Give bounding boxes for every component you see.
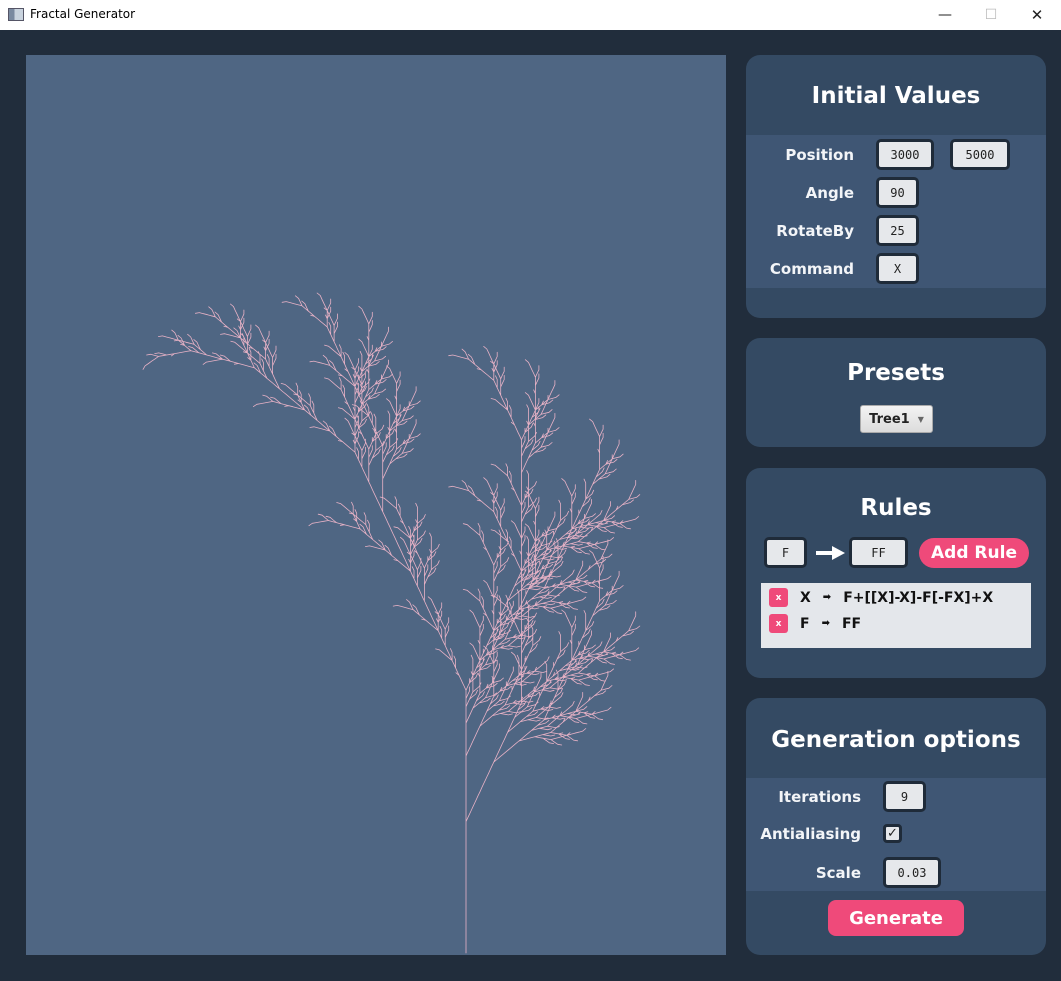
- fractal-render: [142, 292, 641, 954]
- window-title: Fractal Generator: [30, 7, 136, 21]
- position-x-input[interactable]: 3000: [876, 139, 934, 170]
- rules-panel: Rules F FF Add Rule x X ➡ F+[[X]-X]-F[-F…: [746, 468, 1046, 678]
- app-body: Initial Values Position 3000 5000 Angle …: [0, 30, 1061, 981]
- rule-item: x F ➡ FF: [769, 614, 861, 633]
- rotate-by-label: RotateBy: [776, 221, 854, 240]
- rule-to: F+[[X]-X]-F[-FX]+X: [843, 589, 994, 606]
- command-label: Command: [769, 259, 854, 278]
- remove-rule-button[interactable]: x: [769, 588, 788, 607]
- minimize-button[interactable]: —: [922, 0, 968, 30]
- preset-dropdown[interactable]: Tree1 ▼: [860, 405, 933, 433]
- window-titlebar: Fractal Generator — ☐ ✕: [0, 0, 1061, 30]
- iterations-input[interactable]: 9: [883, 781, 926, 812]
- fractal-canvas: [26, 55, 726, 955]
- scale-input[interactable]: 0.03: [883, 857, 941, 888]
- chevron-down-icon: ▼: [917, 414, 924, 424]
- rule-from: F: [800, 615, 810, 632]
- arrow-right-icon: [816, 546, 845, 560]
- rule-to: FF: [841, 615, 862, 632]
- antialiasing-label: Antialiasing: [760, 824, 861, 843]
- arrow-right-icon: ➡: [821, 618, 830, 629]
- angle-label: Angle: [805, 183, 854, 202]
- iterations-label: Iterations: [778, 787, 861, 806]
- generate-button[interactable]: Generate: [828, 900, 964, 936]
- preset-selected-value: Tree1: [869, 411, 910, 427]
- maximize-button[interactable]: ☐: [968, 0, 1014, 30]
- arrow-right-icon: ➡: [822, 592, 832, 603]
- rule-from: X: [800, 589, 811, 606]
- rules-list: x X ➡ F+[[X]-X]-F[-FX]+X x F ➡ FF: [761, 583, 1031, 648]
- rules-title: Rules: [860, 495, 932, 521]
- angle-input[interactable]: 90: [876, 177, 919, 208]
- add-rule-button[interactable]: Add Rule: [919, 538, 1029, 568]
- rule-to-input[interactable]: FF: [849, 537, 908, 568]
- scale-label: Scale: [815, 863, 861, 882]
- presets-title: Presets: [847, 360, 945, 386]
- rule-from-input[interactable]: F: [764, 537, 807, 568]
- checkmark-icon: ✓: [887, 826, 898, 841]
- fractal-tree: [142, 292, 641, 954]
- antialiasing-checkbox[interactable]: ✓: [883, 824, 902, 843]
- command-input[interactable]: X: [876, 253, 919, 284]
- initial-values-title: Initial Values: [811, 83, 981, 109]
- remove-rule-button[interactable]: x: [769, 614, 788, 633]
- rotate-by-input[interactable]: 25: [876, 215, 919, 246]
- generation-options-panel: Generation options Iterations 9 Antialia…: [746, 698, 1046, 955]
- position-label: Position: [785, 145, 854, 164]
- close-button[interactable]: ✕: [1014, 0, 1060, 30]
- rule-item: x X ➡ F+[[X]-X]-F[-FX]+X: [769, 588, 993, 607]
- initial-values-panel: Initial Values Position 3000 5000 Angle …: [746, 55, 1046, 318]
- position-y-input[interactable]: 5000: [950, 139, 1010, 170]
- presets-panel: Presets Tree1 ▼: [746, 338, 1046, 447]
- app-icon: [8, 8, 24, 21]
- generation-options-title: Generation options: [771, 727, 1021, 753]
